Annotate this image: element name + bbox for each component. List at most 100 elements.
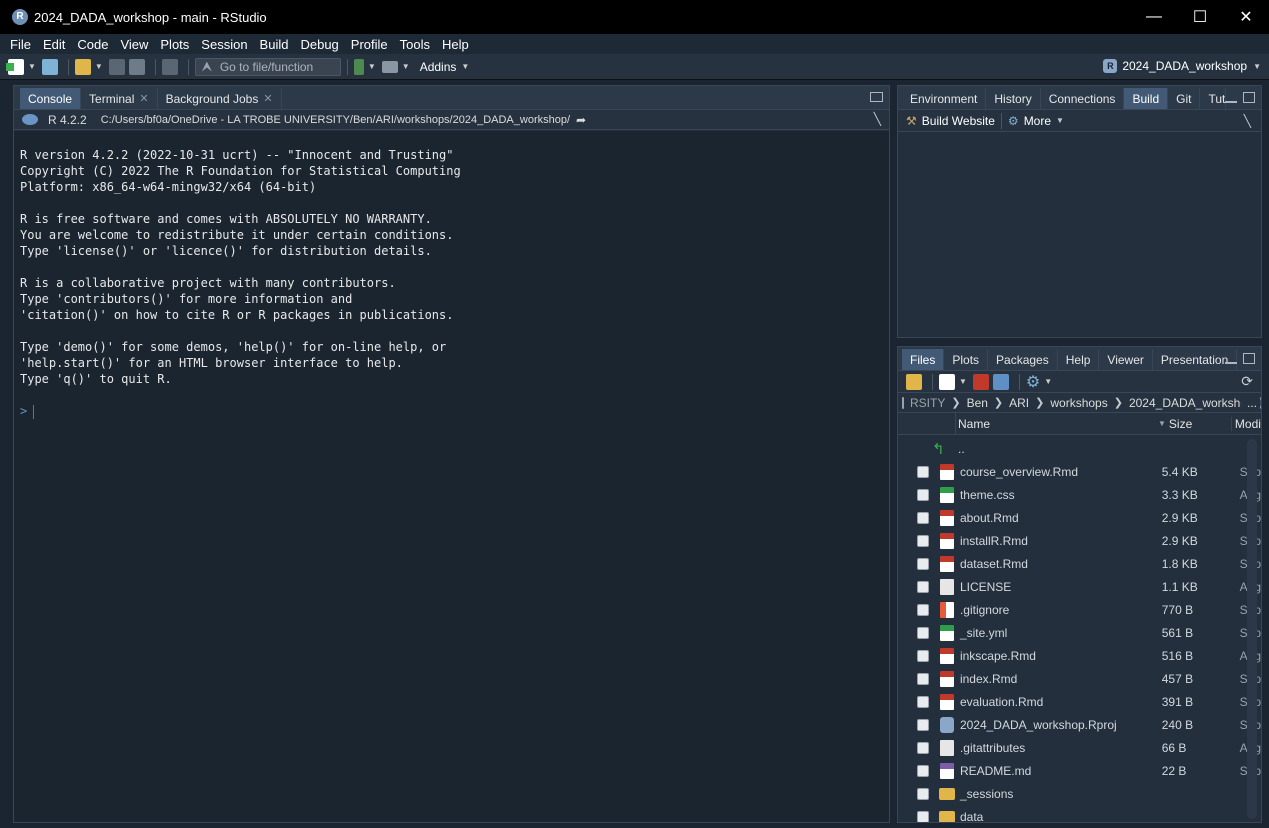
maximize-pane-icon[interactable] xyxy=(1243,92,1255,103)
files-scrollbar[interactable] xyxy=(1247,439,1257,819)
menu-view[interactable]: View xyxy=(114,37,154,52)
open-file-icon[interactable] xyxy=(74,58,91,75)
tab-terminal[interactable]: Terminal ✕ xyxy=(81,88,158,109)
file-name[interactable]: inkscape.Rmd xyxy=(958,649,1162,663)
file-row[interactable]: course_overview.Rmd5.4 KBSep xyxy=(898,460,1261,483)
menu-help[interactable]: Help xyxy=(436,37,475,52)
clear-build-icon[interactable]: ╲ xyxy=(1244,114,1251,128)
save-all-icon[interactable] xyxy=(128,58,145,75)
file-row[interactable]: theme.css3.3 KBAug xyxy=(898,483,1261,506)
file-row[interactable]: LICENSE1.1 KBAug xyxy=(898,575,1261,598)
menu-plots[interactable]: Plots xyxy=(154,37,195,52)
file-name[interactable]: README.md xyxy=(958,764,1162,778)
gear-icon[interactable]: ⚙ xyxy=(1026,372,1040,392)
tab-background-jobs[interactable]: Background Jobs ✕ xyxy=(158,88,282,109)
tab-build[interactable]: Build xyxy=(1124,88,1169,109)
close-tab-icon[interactable]: ✕ xyxy=(139,92,148,105)
file-checkbox[interactable] xyxy=(916,465,929,478)
breadcrumb-more[interactable]: ... xyxy=(1240,395,1257,410)
file-row[interactable]: _sessions xyxy=(898,782,1261,805)
file-checkbox[interactable] xyxy=(916,626,929,639)
go-to-file-input[interactable]: Go to file/function xyxy=(194,57,341,76)
more-dropdown-icon[interactable]: ▼ xyxy=(1056,116,1064,125)
addins-dropdown-icon[interactable]: ▼ xyxy=(461,62,469,71)
modified-column-header[interactable]: Modi xyxy=(1230,416,1261,431)
file-checkbox[interactable] xyxy=(916,695,929,708)
breadcrumb-item[interactable]: workshops xyxy=(1050,396,1107,410)
tab-environment[interactable]: Environment xyxy=(902,88,987,109)
close-button[interactable]: ✕ xyxy=(1223,0,1269,34)
file-checkbox[interactable] xyxy=(916,488,929,501)
file-row[interactable]: about.Rmd2.9 KBSep xyxy=(898,506,1261,529)
file-name[interactable]: course_overview.Rmd xyxy=(958,465,1162,479)
file-checkbox[interactable] xyxy=(916,534,929,547)
file-row[interactable]: 2024_DADA_workshop.Rproj240 BSep xyxy=(898,713,1261,736)
file-row[interactable]: dataset.Rmd1.8 KBSep xyxy=(898,552,1261,575)
tab-console[interactable]: Console xyxy=(20,88,82,109)
tab-connections[interactable]: Connections xyxy=(1041,88,1125,109)
file-name[interactable]: 2024_DADA_workshop.Rproj xyxy=(958,718,1162,732)
menu-file[interactable]: File xyxy=(4,37,37,52)
file-name[interactable]: _sessions xyxy=(958,787,1162,801)
print-icon[interactable] xyxy=(161,58,178,75)
console-output[interactable]: R version 4.2.2 (2022-10-31 ucrt) -- "In… xyxy=(14,131,889,822)
file-name[interactable]: evaluation.Rmd xyxy=(958,695,1162,709)
vcs-dropdown-icon[interactable]: ▼ xyxy=(368,62,376,71)
file-row[interactable]: installR.Rmd2.9 KBSep xyxy=(898,529,1261,552)
tab-git[interactable]: Git xyxy=(1168,88,1201,109)
more-dropdown-icon[interactable]: ▼ xyxy=(1044,377,1052,386)
build-website-button[interactable]: Build Website xyxy=(922,114,995,128)
name-column-header[interactable]: Name xyxy=(956,417,1158,431)
new-folder-icon[interactable] xyxy=(906,373,922,390)
file-checkbox[interactable] xyxy=(916,718,929,731)
open-file-dropdown-icon[interactable]: ▼ xyxy=(95,62,103,71)
rename-file-icon[interactable] xyxy=(992,373,1009,390)
file-row[interactable]: inkscape.Rmd516 BAug xyxy=(898,644,1261,667)
file-name[interactable]: .gitignore xyxy=(958,603,1162,617)
vcs-icon[interactable] xyxy=(353,58,364,75)
new-file-icon[interactable] xyxy=(6,58,24,75)
select-all-checkbox[interactable] xyxy=(902,396,904,409)
menu-code[interactable]: Code xyxy=(71,37,114,52)
file-checkbox[interactable] xyxy=(917,810,929,822)
file-row[interactable]: README.md22 BSep xyxy=(898,759,1261,782)
file-checkbox[interactable] xyxy=(916,649,929,662)
menu-profile[interactable]: Profile xyxy=(345,37,394,52)
delete-file-icon[interactable] xyxy=(972,373,989,390)
file-checkbox[interactable] xyxy=(916,511,929,524)
project-menu[interactable]: R 2024_DADA_workshop ▼ xyxy=(1103,59,1261,73)
maximize-pane-icon[interactable] xyxy=(1243,353,1255,364)
file-checkbox[interactable] xyxy=(916,764,929,777)
file-checkbox[interactable] xyxy=(916,672,929,685)
breadcrumb-item[interactable]: 2024_DADA_workshop xyxy=(1129,396,1254,410)
parent-directory-row[interactable]: ↰ .. xyxy=(898,437,1261,460)
tab-plots[interactable]: Plots xyxy=(944,349,989,370)
close-tab-icon[interactable]: ✕ xyxy=(263,92,272,105)
menu-tools[interactable]: Tools xyxy=(394,37,436,52)
file-name[interactable]: LICENSE xyxy=(958,580,1162,594)
file-row[interactable]: data xyxy=(898,805,1261,822)
file-name[interactable]: installR.Rmd xyxy=(958,534,1162,548)
file-row[interactable]: .gitignore770 BSep xyxy=(898,598,1261,621)
save-icon[interactable] xyxy=(108,58,125,75)
working-directory[interactable]: C:/Users/bf0a/OneDrive - LA TROBE UNIVER… xyxy=(101,114,570,126)
file-name[interactable]: index.Rmd xyxy=(958,672,1162,686)
new-blank-file-icon[interactable] xyxy=(939,373,955,390)
file-row[interactable]: .gitattributes66 BAug xyxy=(898,736,1261,759)
file-row[interactable]: _site.yml561 BSep xyxy=(898,621,1261,644)
tab-viewer[interactable]: Viewer xyxy=(1099,349,1153,370)
menu-edit[interactable]: Edit xyxy=(37,37,71,52)
new-file-dropdown-icon[interactable]: ▼ xyxy=(28,62,36,71)
file-row[interactable]: index.Rmd457 BSep xyxy=(898,667,1261,690)
tab-packages[interactable]: Packages xyxy=(988,349,1058,370)
tab-help[interactable]: Help xyxy=(1058,349,1100,370)
go-to-directory-icon[interactable]: ➦ xyxy=(576,113,586,127)
maximize-button[interactable]: ☐ xyxy=(1177,0,1223,34)
tab-tutorial[interactable]: Tuto xyxy=(1200,88,1227,109)
restore-pane-icon[interactable] xyxy=(870,92,883,102)
file-checkbox[interactable] xyxy=(916,580,929,593)
menu-debug[interactable]: Debug xyxy=(294,37,344,52)
workspace-panes-icon[interactable] xyxy=(381,60,398,73)
new-blank-file-dropdown-icon[interactable]: ▼ xyxy=(959,377,967,386)
tab-history[interactable]: History xyxy=(986,88,1041,109)
